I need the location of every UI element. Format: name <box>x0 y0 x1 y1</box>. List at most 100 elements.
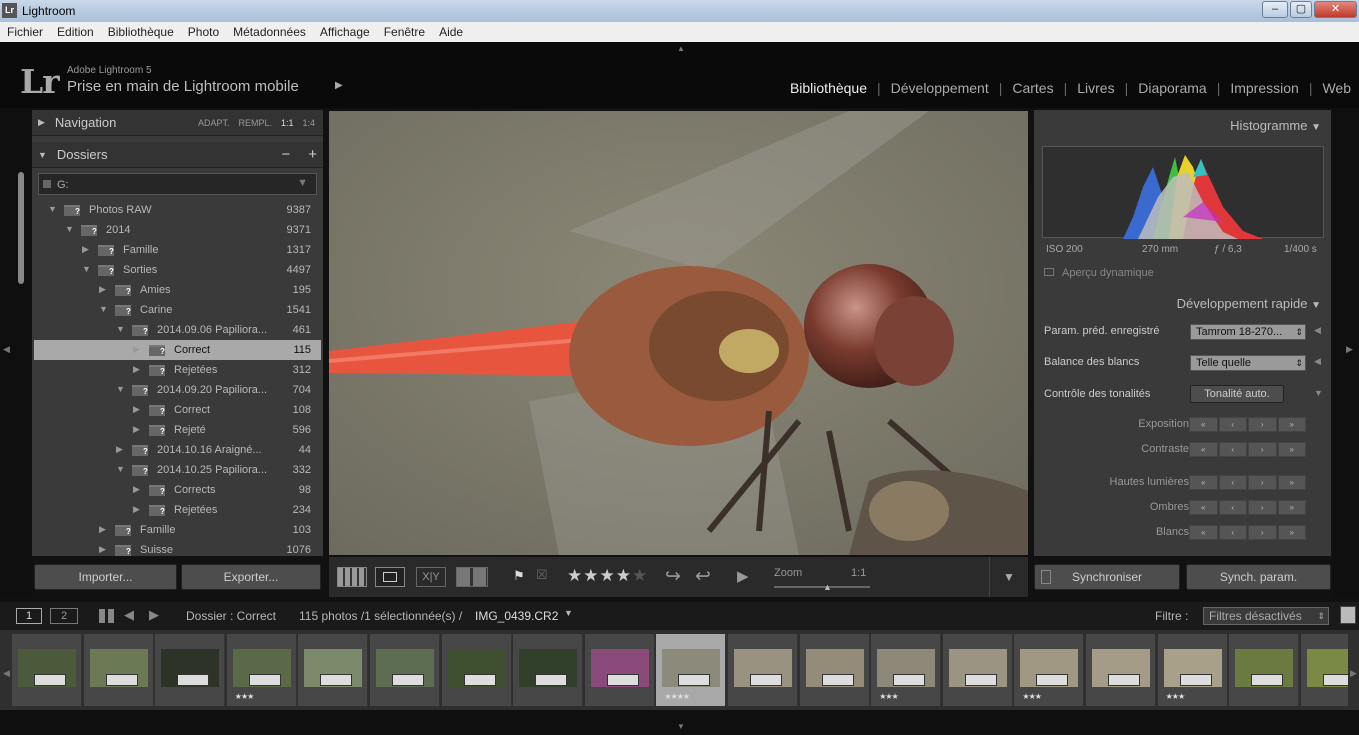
tone-step-button[interactable]: ‹ <box>1218 417 1247 432</box>
forward-arrow-icon[interactable]: ▶ <box>149 607 159 623</box>
rating-star-icon[interactable]: ★ <box>600 566 616 585</box>
folder-row[interactable]: ▶ Suisse 1076 <box>34 540 321 556</box>
folder-row[interactable]: ▶ Rejetées 312 <box>34 360 321 380</box>
module-3[interactable]: Livres <box>1077 80 1114 96</box>
loupe-view-icon[interactable] <box>375 567 405 587</box>
folder-expand-icon[interactable]: ▼ <box>48 204 57 214</box>
folder-expand-icon[interactable]: ▶ <box>133 364 140 375</box>
folder-row[interactable]: ▼ 2014.09.06 Papiliora... 461 <box>34 320 321 340</box>
module-0[interactable]: Bibliothèque <box>790 80 867 96</box>
filmstrip-cell[interactable] <box>298 634 369 706</box>
filmstrip-cell[interactable] <box>1300 634 1348 706</box>
main-window-button[interactable]: 1 <box>16 608 42 624</box>
preview-checkbox[interactable] <box>1044 268 1054 276</box>
remove-folder-icon[interactable]: − <box>281 146 290 163</box>
source-label[interactable]: Dossier : Correct <box>186 609 276 623</box>
tone-step-button[interactable]: » <box>1277 417 1306 432</box>
menu-item-1[interactable]: Edition <box>57 25 94 39</box>
white-balance-select[interactable]: Telle quelle <box>1190 355 1306 371</box>
menu-item-3[interactable]: Photo <box>188 25 219 39</box>
filmstrip-cell[interactable]: ★★★ <box>1014 634 1085 706</box>
tone-step-button[interactable]: › <box>1248 475 1277 490</box>
folder-row[interactable]: ▶ Famille 1317 <box>34 240 321 260</box>
collapse-right-panel-icon[interactable]: ▶ <box>1346 344 1353 355</box>
import-button[interactable]: Importer... <box>34 564 177 590</box>
reject-flag-icon[interactable]: ☒ <box>536 567 548 583</box>
tone-collapse-icon[interactable]: ▼ <box>1314 388 1323 398</box>
folder-expand-icon[interactable]: ▼ <box>116 464 125 474</box>
star-rating[interactable]: ★★★★★ <box>567 566 648 586</box>
filmstrip-cell[interactable] <box>513 634 584 706</box>
collapse-top-panel-icon[interactable]: ▲ <box>677 44 685 53</box>
folder-row[interactable]: ▶ Rejeté 596 <box>34 420 321 440</box>
export-button[interactable]: Exporter... <box>181 564 321 590</box>
synchronize-button[interactable]: Synchroniser <box>1034 564 1180 590</box>
second-window-button[interactable]: 2 <box>50 608 78 624</box>
folder-expand-icon[interactable]: ▼ <box>65 224 74 234</box>
folder-row[interactable]: ▶ 2014.10.16 Araigné... 44 <box>34 440 321 460</box>
current-filename[interactable]: IMG_0439.CR2 <box>475 609 558 623</box>
histogram-header[interactable]: Histogramme ▼ <box>1230 118 1321 133</box>
tone-step-button[interactable]: « <box>1189 442 1218 457</box>
filmstrip-cell[interactable]: ★★★ <box>871 634 942 706</box>
folder-expand-icon[interactable]: ▶ <box>99 284 106 295</box>
quick-develop-header[interactable]: Développement rapide ▼ <box>1177 296 1321 311</box>
maximize-button[interactable]: ▢ <box>1290 1 1312 18</box>
tone-step-button[interactable]: › <box>1248 442 1277 457</box>
menu-item-4[interactable]: Métadonnées <box>233 25 306 39</box>
filename-menu-icon[interactable]: ▼ <box>564 608 573 618</box>
folder-row[interactable]: ▶ Corrects 98 <box>34 480 321 500</box>
menu-item-5[interactable]: Affichage <box>320 25 370 39</box>
folder-expand-icon[interactable]: ▶ <box>82 244 89 255</box>
navigator-zoom-option[interactable]: 1:1 <box>281 118 294 128</box>
filmstrip-cell[interactable] <box>12 634 82 706</box>
menu-item-7[interactable]: Aide <box>439 25 463 39</box>
tone-step-button[interactable]: « <box>1189 417 1218 432</box>
tone-step-button[interactable]: › <box>1248 417 1277 432</box>
module-4[interactable]: Diaporama <box>1138 80 1206 96</box>
menu-item-6[interactable]: Fenêtre <box>384 25 425 39</box>
folder-row[interactable]: ▶ Correct 108 <box>34 400 321 420</box>
folder-row[interactable]: ▶ Amies 195 <box>34 280 321 300</box>
menu-item-2[interactable]: Bibliothèque <box>108 25 174 39</box>
module-5[interactable]: Impression <box>1230 80 1298 96</box>
left-scrollbar[interactable] <box>18 172 24 284</box>
folder-row[interactable]: ▶ Rejetées 234 <box>34 500 321 520</box>
back-arrow-icon[interactable]: ◀ <box>124 607 134 623</box>
filmstrip-scroll-right-icon[interactable]: ▶ <box>1350 668 1357 679</box>
filmstrip-lock-icon[interactable] <box>1340 606 1356 624</box>
tone-step-button[interactable]: » <box>1277 525 1306 540</box>
folder-row[interactable]: ▶ Famille 103 <box>34 520 321 540</box>
folder-row[interactable]: ▼ Photos RAW 9387 <box>34 200 321 220</box>
tone-step-button[interactable]: ‹ <box>1218 475 1247 490</box>
filmstrip-cell[interactable] <box>155 634 226 706</box>
folder-expand-icon[interactable]: ▼ <box>82 264 91 274</box>
filmstrip-cell[interactable]: ★★★★ <box>656 634 727 706</box>
flag-icon[interactable]: ⚑ <box>513 568 525 584</box>
filter-select[interactable]: Filtres désactivés ⇕ <box>1203 607 1329 625</box>
compare-view-icon[interactable]: X|Y <box>416 567 446 587</box>
rotate-right-icon[interactable]: ↩ <box>695 565 711 588</box>
filmstrip-cell[interactable]: ★★★ <box>1157 634 1228 706</box>
slideshow-play-icon[interactable]: ▶ <box>737 567 749 585</box>
grid-view-icon[interactable] <box>337 567 367 587</box>
minimize-button[interactable]: – <box>1262 1 1288 18</box>
tone-step-button[interactable]: « <box>1189 475 1218 490</box>
folder-row[interactable]: ▼ 2014.09.20 Papiliora... 704 <box>34 380 321 400</box>
filmstrip-scroll-left-icon[interactable]: ◀ <box>3 668 10 679</box>
zoom-slider-track[interactable] <box>774 586 870 588</box>
folder-expand-icon[interactable]: ▶ <box>133 424 140 435</box>
navigator-zoom-option[interactable]: REMPL. <box>238 118 272 128</box>
rating-star-icon[interactable]: ★ <box>567 566 583 585</box>
module-6[interactable]: Web <box>1322 80 1351 96</box>
sync-settings-button[interactable]: Synch. param. <box>1186 564 1331 590</box>
tone-step-button[interactable]: ‹ <box>1218 525 1247 540</box>
rating-star-icon[interactable]: ★ <box>632 566 648 585</box>
navigator-zoom-option[interactable]: ADAPT. <box>198 118 230 128</box>
folder-expand-icon[interactable]: ▶ <box>133 404 140 415</box>
folder-expand-icon[interactable]: ▼ <box>116 324 125 334</box>
rating-star-icon[interactable]: ★ <box>616 566 632 585</box>
module-1[interactable]: Développement <box>891 80 989 96</box>
histogram[interactable] <box>1042 146 1324 239</box>
menu-item-0[interactable]: Fichier <box>7 25 43 39</box>
